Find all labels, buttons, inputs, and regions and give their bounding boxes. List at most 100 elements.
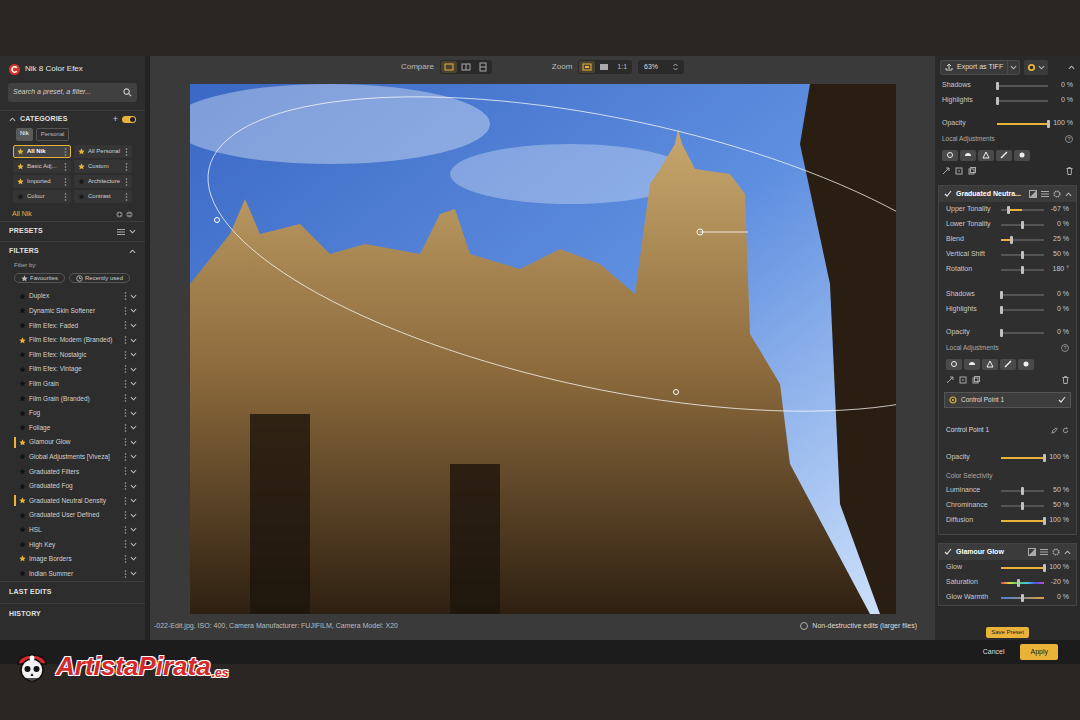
slider-track[interactable] <box>1001 224 1044 226</box>
star-icon[interactable] <box>19 468 26 475</box>
local-tool-button[interactable] <box>996 150 1012 161</box>
slider-track[interactable] <box>1001 490 1044 492</box>
chevron-down-icon[interactable] <box>130 454 137 459</box>
filter-item[interactable]: Film Efex: Faded <box>0 318 145 333</box>
local-tool-button[interactable] <box>978 150 994 161</box>
compare-mode-button[interactable] <box>475 61 491 73</box>
gear-icon[interactable] <box>1052 548 1060 556</box>
local-tool-button[interactable] <box>1018 359 1034 370</box>
slider-handle[interactable] <box>1007 206 1010 214</box>
slider-handle[interactable] <box>1043 564 1046 572</box>
slider-handle[interactable] <box>1021 502 1024 510</box>
slider-handle[interactable] <box>1010 236 1013 244</box>
search-icon[interactable] <box>123 88 132 97</box>
star-icon[interactable] <box>19 337 26 344</box>
filter-item[interactable]: Graduated Fog <box>0 479 145 494</box>
control-point-checkbox-icon[interactable] <box>1058 396 1066 404</box>
star-icon[interactable] <box>17 148 24 155</box>
chevron-down-icon[interactable] <box>130 308 137 313</box>
remove-icon[interactable] <box>126 211 133 218</box>
star-icon[interactable] <box>19 351 26 358</box>
chevron-down-icon[interactable] <box>130 556 137 561</box>
compare-mode-button[interactable] <box>441 61 457 73</box>
more-icon[interactable] <box>124 351 127 359</box>
chevron-down-icon[interactable] <box>1010 65 1017 70</box>
pencil-icon[interactable] <box>1051 427 1058 434</box>
filter-item[interactable]: Dynamic Skin Softener <box>0 304 145 319</box>
more-icon[interactable] <box>124 482 127 490</box>
star-icon[interactable] <box>19 526 26 533</box>
star-icon[interactable] <box>78 178 85 185</box>
enable-checkbox-icon[interactable] <box>944 190 952 198</box>
filter-item[interactable]: Glamour Glow <box>0 435 145 450</box>
more-icon[interactable] <box>124 540 127 548</box>
star-icon[interactable] <box>78 163 85 170</box>
filter-item[interactable]: Fog <box>0 406 145 421</box>
filter-item[interactable]: Film Efex: Modern (Branded) <box>0 333 145 348</box>
more-icon[interactable] <box>124 497 127 505</box>
chevron-down-icon[interactable] <box>130 323 137 328</box>
control-point-name[interactable]: Control Point 1 <box>946 425 989 435</box>
presets-header[interactable]: PRESETS <box>0 221 145 241</box>
gear-icon[interactable] <box>1053 190 1061 198</box>
slider-track[interactable] <box>1001 239 1044 241</box>
category-item[interactable]: Imported <box>13 175 71 188</box>
category-item[interactable]: Basic Adj... <box>13 160 71 173</box>
more-icon[interactable] <box>124 365 127 373</box>
chevron-down-icon[interactable] <box>130 571 137 576</box>
save-preset-button[interactable]: Save Preset <box>986 627 1029 638</box>
slider-track[interactable] <box>1001 309 1044 311</box>
more-icon[interactable] <box>64 148 67 156</box>
category-item[interactable]: Custom <box>74 160 132 173</box>
slider-handle[interactable] <box>996 97 999 105</box>
tools-button[interactable] <box>1024 60 1048 75</box>
chevron-down-icon[interactable] <box>130 513 137 518</box>
filter-card-header[interactable]: Glamour Glow <box>939 544 1076 560</box>
more-icon[interactable] <box>124 336 127 344</box>
category-item[interactable]: Architecture <box>74 175 132 188</box>
local-tool-button[interactable] <box>960 150 976 161</box>
local-tool-button[interactable] <box>982 359 998 370</box>
more-icon[interactable] <box>125 148 128 156</box>
group-icon[interactable] <box>955 167 963 175</box>
trash-icon[interactable] <box>1066 167 1073 175</box>
slider-handle[interactable] <box>1047 120 1050 128</box>
chevron-down-icon[interactable] <box>130 542 137 547</box>
slider-track[interactable] <box>1001 505 1044 507</box>
zoom-value-field[interactable]: 63% <box>638 60 684 74</box>
filter-item[interactable]: Duplex <box>0 289 145 304</box>
local-tool-button[interactable] <box>1000 359 1016 370</box>
slider-handle[interactable] <box>1043 517 1046 525</box>
slider-handle[interactable] <box>1000 291 1003 299</box>
slider-handle[interactable] <box>1021 251 1024 259</box>
slider-track[interactable] <box>1001 294 1044 296</box>
slider-handle[interactable] <box>1043 454 1046 462</box>
category-tab[interactable]: Nik <box>16 128 33 141</box>
star-icon[interactable] <box>19 424 26 431</box>
star-icon[interactable] <box>19 307 26 314</box>
more-icon[interactable] <box>124 424 127 432</box>
chevron-down-icon[interactable] <box>130 527 137 532</box>
sidebar-section[interactable]: HISTORY <box>0 603 145 625</box>
filter-item[interactable]: Film Efex: Vintage <box>0 362 145 377</box>
star-icon[interactable] <box>19 512 26 519</box>
category-item[interactable]: Contrast <box>74 190 132 203</box>
slider-track[interactable] <box>1001 520 1044 522</box>
zoom-mode-button[interactable] <box>579 61 595 73</box>
more-icon[interactable] <box>124 292 127 300</box>
star-icon[interactable] <box>78 148 85 155</box>
filter-item[interactable]: Image Borders <box>0 552 145 567</box>
mask-icon[interactable] <box>1028 548 1036 556</box>
filter-item[interactable]: Graduated User Defined <box>0 508 145 523</box>
chevron-down-icon[interactable] <box>130 425 137 430</box>
sidebar-section[interactable]: LAST EDITS <box>0 581 145 603</box>
chevron-up-icon[interactable] <box>1068 65 1075 70</box>
star-icon[interactable] <box>17 163 24 170</box>
more-icon[interactable] <box>124 307 127 315</box>
filters-header[interactable]: FILTERS <box>0 241 145 261</box>
slider-track[interactable] <box>1001 457 1044 459</box>
trash-icon[interactable] <box>1062 376 1069 384</box>
chevron-down-icon[interactable] <box>130 352 137 357</box>
more-icon[interactable] <box>124 526 127 534</box>
export-button[interactable]: Export as TIFF <box>940 60 1020 75</box>
